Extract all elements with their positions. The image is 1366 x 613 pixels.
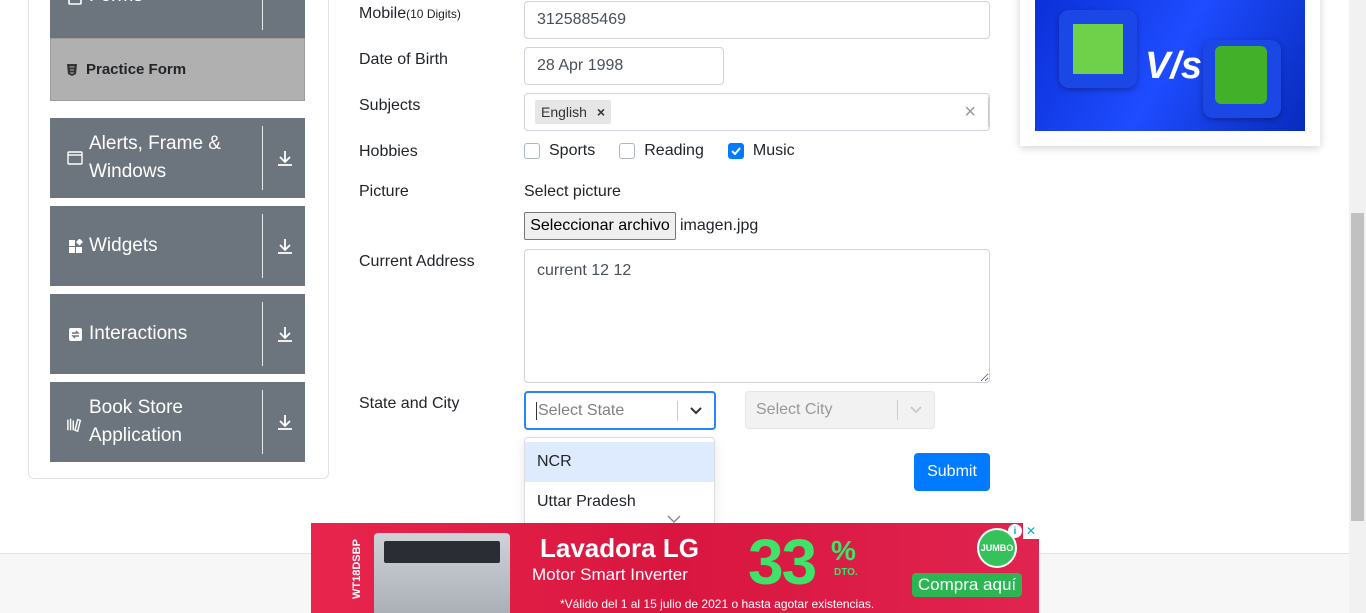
separator <box>988 97 989 127</box>
state-dropdown-menu: NCR Uttar Pradesh <box>524 437 715 527</box>
ad-percent-sign: % <box>831 535 856 566</box>
ad-percent: 33 <box>748 526 817 598</box>
select-picture-label: Select picture <box>524 183 621 200</box>
bottom-ad-banner[interactable]: WT18DSBP Lavadora LG Motor Smart Inverte… <box>311 523 1039 613</box>
download-arrow-icon <box>275 148 295 168</box>
sidebar-group-forms[interactable]: Forms <box>50 0 305 38</box>
separator <box>262 214 263 278</box>
download-arrow-icon <box>275 412 295 432</box>
chevron-down-icon[interactable] <box>678 406 714 416</box>
hobby-sports[interactable]: Sports <box>524 141 595 161</box>
ad-dto: DTO. <box>834 567 858 578</box>
chip-remove-icon[interactable]: × <box>597 104 605 120</box>
clear-all-icon[interactable]: × <box>964 101 976 124</box>
ad-disclaimer: *Válido del 1 al 15 julio de 2021 o hast… <box>560 597 875 611</box>
mobile-input[interactable]: 3125885469 <box>524 1 990 39</box>
hobby-label: Reading <box>644 142 704 159</box>
widgets-icon <box>67 238 83 254</box>
sidebar-group-label: Interactions <box>89 323 188 344</box>
state-city-label: State and City <box>359 395 460 412</box>
checkmark-icon <box>731 147 741 155</box>
subjects-input[interactable]: English × × <box>524 93 990 131</box>
mobile-value: 3125885469 <box>537 11 626 28</box>
hobby-music[interactable]: Music <box>727 141 795 161</box>
download-arrow-icon <box>275 324 295 344</box>
mobile-label: Mobile(10 Digits) <box>359 5 461 23</box>
separator <box>262 0 263 30</box>
checkbox-sports[interactable] <box>524 143 540 159</box>
ad-model-text: WT18DSBP <box>351 539 363 599</box>
city-select[interactable]: Select City <box>745 391 935 429</box>
file-name: imagen.jpg <box>680 217 759 234</box>
ad-info-icon[interactable]: i <box>1008 524 1022 538</box>
hobbies-group: Sports Reading Music <box>524 141 819 161</box>
separator <box>262 126 263 190</box>
state-option-ncr[interactable]: NCR <box>525 442 714 482</box>
state-select[interactable]: Select State <box>524 391 716 430</box>
ad-cta-button[interactable]: Compra aquí <box>912 573 1022 597</box>
sidebar-item-label: Practice Form <box>86 61 187 78</box>
logo-shape <box>1073 24 1123 74</box>
sidebar-group-book-store[interactable]: Book Store Application <box>50 382 305 462</box>
sidebar-group-label: Forms <box>83 0 305 10</box>
forms-icon <box>67 0 83 6</box>
sidebar-group-widgets[interactable]: Widgets <box>50 206 305 286</box>
sidebar-group-label: Alerts, Frame & Windows <box>89 133 221 182</box>
selenium-logo <box>1203 40 1281 118</box>
separator <box>262 390 263 454</box>
html5-icon <box>66 63 78 77</box>
subject-chip: English × <box>535 100 612 124</box>
washer-image <box>374 533 510 613</box>
download-arrow-icon <box>275 236 295 256</box>
city-placeholder: Select City <box>756 401 833 418</box>
sidebar-group-alerts[interactable]: Alerts, Frame & Windows <box>50 118 305 198</box>
ad-title: Lavadora LG <box>540 533 699 563</box>
logo-shape <box>1215 46 1267 104</box>
ad-close-icon[interactable]: ✕ <box>1023 523 1039 539</box>
ad-subtitle: Motor Smart Inverter <box>532 565 688 584</box>
vs-text: V/s <box>1145 45 1203 87</box>
books-icon <box>67 416 83 432</box>
sidebar-group-label: Widgets <box>89 235 158 256</box>
choose-file-button[interactable]: Seleccionar archivo <box>524 212 676 240</box>
scrollbar-thumb[interactable] <box>1351 213 1364 521</box>
hobby-label: Music <box>752 142 795 159</box>
hobbies-label: Hobbies <box>359 143 418 160</box>
selenium-competitor-logo <box>1059 10 1137 88</box>
dob-value: 28 Apr 1998 <box>537 57 624 74</box>
dob-label: Date of Birth <box>359 51 448 68</box>
sidebar-group-label: Book Store Application <box>89 397 183 446</box>
picture-label: Picture <box>359 183 409 200</box>
subjects-label: Subjects <box>359 97 421 114</box>
chevron-down-icon <box>898 405 934 415</box>
hobby-reading[interactable]: Reading <box>619 141 704 161</box>
checkbox-reading[interactable] <box>619 143 636 159</box>
separator <box>262 302 263 366</box>
state-option-uttar-pradesh[interactable]: Uttar Pradesh <box>525 482 714 522</box>
current-address-label: Current Address <box>359 253 475 270</box>
washer-lid <box>384 541 500 563</box>
mobile-hint: (10 Digits) <box>406 7 461 21</box>
state-placeholder: Select State <box>536 401 677 420</box>
sidebar-item-practice-form[interactable]: Practice Form <box>50 38 305 101</box>
mobile-label-text: Mobile <box>359 5 407 22</box>
window-icon <box>67 150 83 166</box>
sidebar-group-interactions[interactable]: Interactions <box>50 294 305 374</box>
interactions-icon <box>67 326 83 342</box>
submit-button[interactable]: Submit <box>914 453 990 491</box>
date-of-birth-input[interactable]: 28 Apr 1998 <box>524 47 724 85</box>
hobby-label: Sports <box>549 142 596 159</box>
current-address-textarea[interactable]: current 12 12 <box>524 249 990 383</box>
page: Forms Practice Form Alerts, Frame & Wind… <box>0 0 1366 613</box>
checkbox-music[interactable] <box>727 143 744 159</box>
subject-chip-label: English <box>541 104 587 120</box>
